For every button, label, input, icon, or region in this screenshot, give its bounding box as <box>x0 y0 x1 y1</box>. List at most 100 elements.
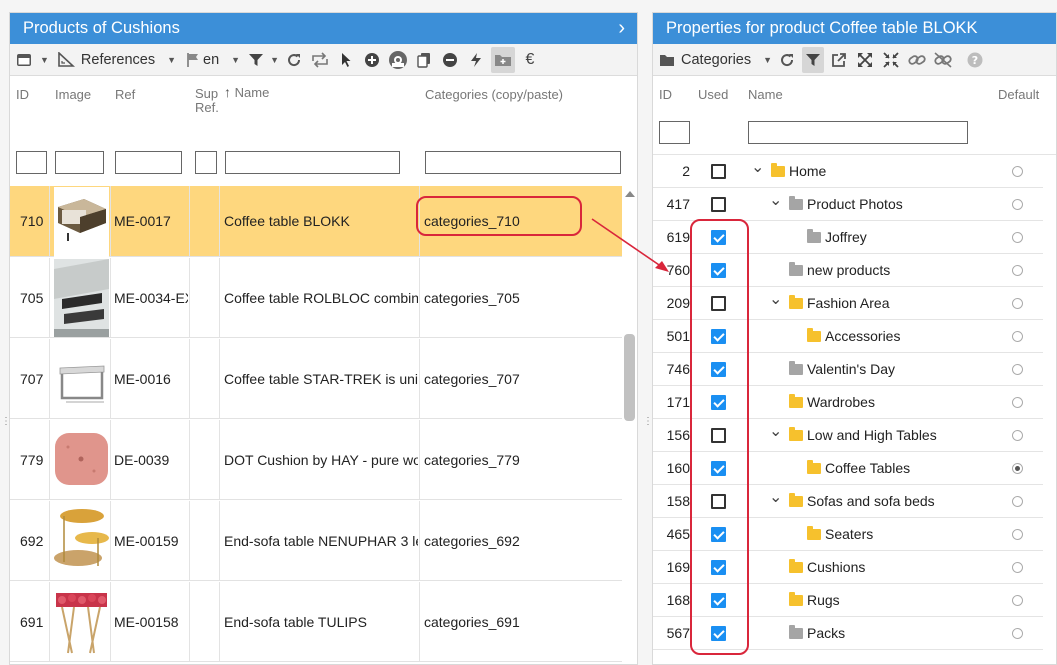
left-splitter-handle[interactable]: ⋮ <box>1 417 11 427</box>
col-header-name[interactable]: ↑ Name <box>224 84 269 100</box>
refresh-button[interactable] <box>283 47 305 73</box>
tree-row-name[interactable]: Valentin's Day <box>807 353 895 386</box>
collapse-chevron-icon[interactable]: › <box>618 13 625 43</box>
col-header-ref[interactable]: Ref <box>115 87 135 102</box>
tree-col-header-id[interactable]: ID <box>659 87 672 102</box>
default-radio[interactable] <box>1012 529 1023 540</box>
filter-categories-input[interactable] <box>425 151 621 174</box>
add-button[interactable] <box>361 47 383 73</box>
tree-row-name[interactable]: Product Photos <box>807 188 903 221</box>
tree-col-header-name[interactable]: Name <box>748 87 783 102</box>
tree-col-header-default[interactable]: Default <box>998 87 1039 102</box>
row-categories[interactable]: categories_691 <box>424 582 620 661</box>
tree-row[interactable]: 2 ⌄ Home <box>653 155 1043 188</box>
tree-row-name[interactable]: Wardrobes <box>807 386 875 419</box>
default-radio[interactable] <box>1012 628 1023 639</box>
col-header-id[interactable]: ID <box>16 87 29 102</box>
refresh-categories-button[interactable] <box>776 47 798 73</box>
expand-all-button[interactable] <box>854 47 876 73</box>
col-header-categories[interactable]: Categories (copy/paste) <box>425 87 563 102</box>
table-row[interactable]: 779 DE-0039 DOT Cushion by HAY - pure wo… <box>10 420 622 500</box>
used-checkbox[interactable] <box>711 197 726 212</box>
row-categories[interactable]: categories_779 <box>424 420 620 499</box>
col-header-image[interactable]: Image <box>55 87 91 102</box>
col-header-sup-ref[interactable]: Sup Ref. <box>195 87 219 115</box>
table-row[interactable]: 692 ME-00159 End-sofa table NENUPHAR 3 l… <box>10 501 622 581</box>
tree-row-name[interactable]: Accessories <box>825 320 900 353</box>
vertical-scrollbar-thumb[interactable] <box>624 334 635 421</box>
default-radio[interactable] <box>1012 331 1023 342</box>
tree-row-name[interactable]: Fashion Area <box>807 287 890 320</box>
tree-col-header-used[interactable]: Used <box>698 87 728 102</box>
tree-row-name[interactable]: Joffrey <box>825 221 867 254</box>
tree-row-name[interactable]: new products <box>807 254 890 287</box>
filter-ref-input[interactable] <box>115 151 182 174</box>
tree-row-name[interactable]: Coffee Tables <box>825 452 910 485</box>
product-thumbnail[interactable] <box>54 502 109 580</box>
default-radio[interactable] <box>1012 199 1023 210</box>
tree-row-name[interactable]: Rugs <box>807 584 840 617</box>
product-thumbnail[interactable] <box>54 421 109 499</box>
currency-button[interactable]: € <box>519 47 541 73</box>
help-button[interactable]: ? <box>964 47 986 73</box>
row-categories[interactable]: categories_707 <box>424 339 620 418</box>
filter-button[interactable]: ▼ <box>248 47 279 73</box>
link-button[interactable] <box>906 47 928 73</box>
unlink-button[interactable] <box>932 47 954 73</box>
product-thumbnail[interactable] <box>54 583 109 661</box>
language-dropdown[interactable]: en ▼ <box>186 47 240 73</box>
filter-used-button[interactable] <box>802 46 825 73</box>
default-radio[interactable] <box>1012 298 1023 309</box>
image-tools-button[interactable] <box>387 47 409 73</box>
default-radio[interactable] <box>1012 166 1023 177</box>
remove-button[interactable] <box>439 47 461 73</box>
chevron-down-icon[interactable]: ⌄ <box>769 188 782 214</box>
filter-id-input[interactable] <box>16 151 47 174</box>
chevron-down-icon[interactable]: ⌄ <box>769 419 782 445</box>
product-thumbnail[interactable] <box>54 259 109 337</box>
tree-filter-name-input[interactable] <box>748 121 968 144</box>
table-row[interactable]: 691 ME-00158 End-sofa table TULIPS categ… <box>10 582 622 662</box>
panel-splitter-handle[interactable]: ⋮ <box>643 417 653 427</box>
default-radio[interactable] <box>1012 265 1023 276</box>
sync-button[interactable] <box>309 47 331 73</box>
default-radio[interactable] <box>1012 562 1023 573</box>
default-radio[interactable] <box>1012 595 1023 606</box>
tree-row[interactable]: 417 ⌄ Product Photos <box>653 188 1043 221</box>
open-external-button[interactable] <box>828 47 850 73</box>
default-radio[interactable] <box>1012 496 1023 507</box>
row-categories[interactable]: categories_692 <box>424 501 620 580</box>
collapse-all-button[interactable] <box>880 47 902 73</box>
tree-row-name[interactable]: Packs <box>807 617 845 650</box>
product-thumbnail[interactable] <box>54 340 109 418</box>
duplicate-button[interactable] <box>413 47 435 73</box>
tree-row-name[interactable]: Cushions <box>807 551 865 584</box>
tree-row-name[interactable]: Sofas and sofa beds <box>807 485 935 518</box>
default-radio[interactable] <box>1012 364 1023 375</box>
chevron-down-icon[interactable]: ⌄ <box>751 155 764 181</box>
references-dropdown[interactable]: References ▼ <box>57 47 176 73</box>
filter-image-input[interactable] <box>55 151 104 174</box>
used-checkbox[interactable] <box>711 164 726 179</box>
chevron-down-icon[interactable]: ⌄ <box>769 485 782 511</box>
quick-action-button[interactable] <box>465 47 487 73</box>
scroll-up-arrow-icon[interactable] <box>625 191 635 197</box>
table-row[interactable]: 707 ME-0016 Coffee table STAR-TREK is un… <box>10 339 622 419</box>
default-radio[interactable] <box>1012 232 1023 243</box>
categories-dropdown[interactable]: Categories ▼ <box>659 47 772 73</box>
tree-filter-id-input[interactable] <box>659 121 690 144</box>
chevron-down-icon[interactable]: ⌄ <box>769 287 782 313</box>
add-to-folder-button[interactable] <box>490 46 515 73</box>
table-row[interactable]: 705 ME-0034-EX Coffee table ROLBLOC comb… <box>10 258 622 338</box>
filter-sup-ref-input[interactable] <box>195 151 217 174</box>
view-mode-button[interactable]: ▼ <box>16 47 49 73</box>
product-thumbnail[interactable] <box>54 187 109 257</box>
filter-name-input[interactable] <box>225 151 400 174</box>
default-radio[interactable] <box>1012 463 1023 474</box>
default-radio[interactable] <box>1012 397 1023 408</box>
tree-row-name[interactable]: Home <box>789 155 826 188</box>
tree-row-name[interactable]: Seaters <box>825 518 873 551</box>
tree-row-name[interactable]: Low and High Tables <box>807 419 937 452</box>
select-pointer-button[interactable] <box>335 47 357 73</box>
default-radio[interactable] <box>1012 430 1023 441</box>
